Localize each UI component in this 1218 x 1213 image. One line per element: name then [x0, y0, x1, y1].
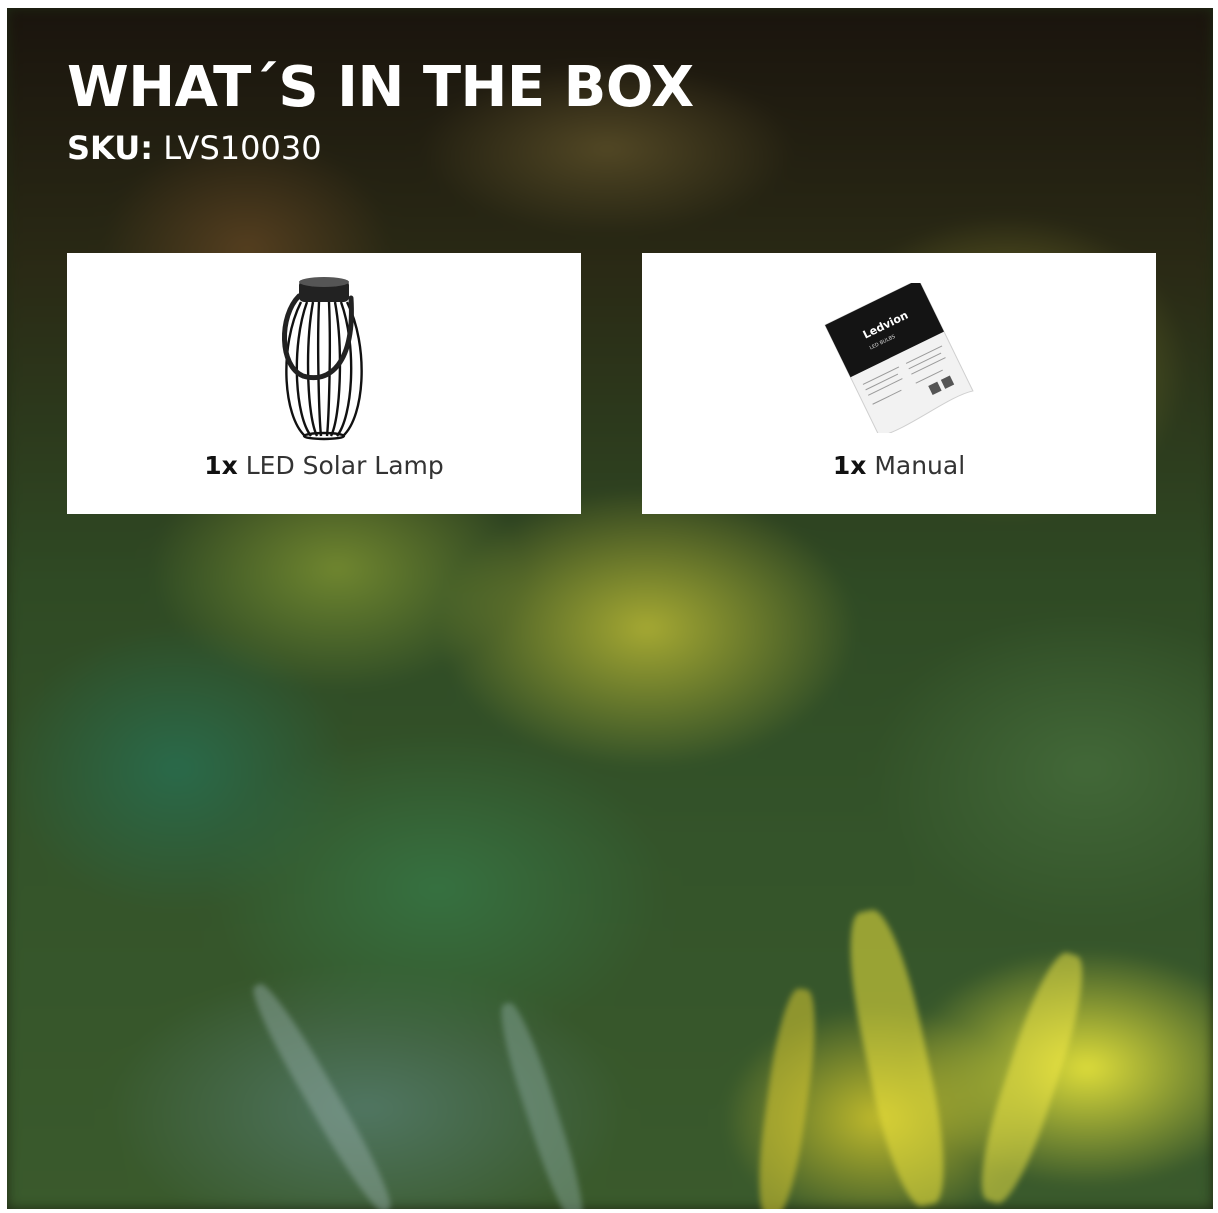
item-name: LED Solar Lamp [245, 451, 444, 480]
item-caption: 1x Manual [642, 451, 1156, 480]
product-infographic: WHAT´S IN THE BOX SKU: LVS10030 1x LED S… [7, 8, 1213, 1209]
item-caption: 1x LED Solar Lamp [67, 451, 581, 480]
lantern-image [67, 273, 581, 443]
item-card-manual: Ledvion LED BULBS 1x Manual [642, 253, 1156, 514]
item-card-lamp: 1x LED Solar Lamp [67, 253, 581, 514]
manual-image: Ledvion LED BULBS [642, 273, 1156, 443]
sku-line: SKU: LVS10030 [67, 132, 322, 164]
page-title: WHAT´S IN THE BOX [67, 55, 694, 120]
item-quantity: 1x [204, 451, 238, 480]
item-quantity: 1x [832, 451, 867, 480]
sku-value: LVS10030 [163, 129, 322, 167]
manual-icon: Ledvion LED BULBS [824, 283, 974, 433]
lantern-icon [282, 276, 363, 440]
item-name: Manual [874, 451, 966, 480]
sku-label: SKU: [67, 129, 154, 167]
